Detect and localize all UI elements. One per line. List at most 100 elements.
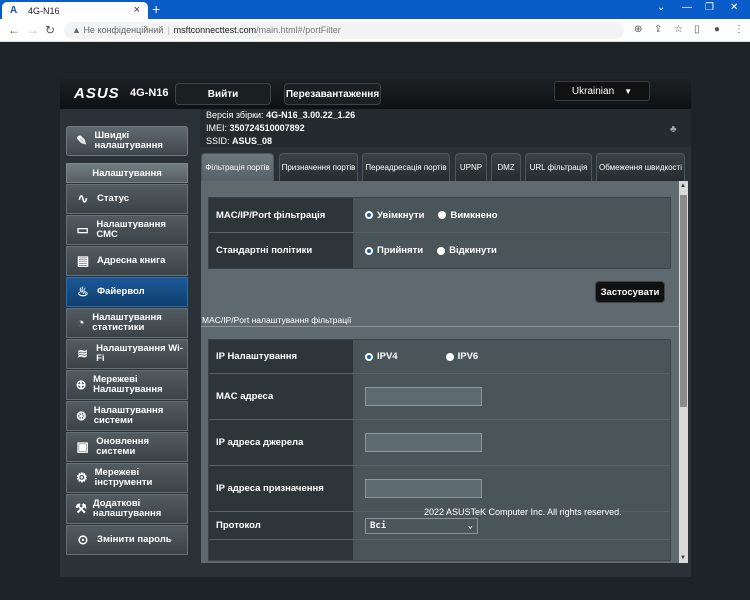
mac-row: MAC адреса [209, 374, 670, 420]
ssid-info: SSID: ASUS_08 [206, 136, 272, 146]
sidebar-item-system[interactable]: ⊛ Налаштування системи [66, 401, 188, 431]
scroll-thumb[interactable] [680, 195, 687, 407]
asus-favicon-icon: A [10, 4, 18, 16]
policy-accept-radio[interactable]: Прийняти [365, 245, 423, 256]
reboot-button[interactable]: Перезавантаження [284, 83, 381, 105]
content-scrollbar[interactable]: ▲ ▼ [679, 181, 688, 563]
tab-upnp[interactable]: UPNP [455, 153, 487, 181]
new-tab-icon[interactable]: + [152, 1, 160, 17]
tab-speed-limit[interactable]: Обмеження швидкості [596, 153, 685, 181]
ipv4-radio[interactable]: IPV4 [365, 351, 398, 362]
sidebar-item-update[interactable]: ▣ Оновлення системи [66, 432, 188, 462]
sidebar-item-advanced[interactable]: ⚒ Додаткові налаштування [66, 494, 188, 524]
filter-toggle-row: MAC/IP/Port фільтрація Увімкнути Вимкнен… [209, 198, 670, 233]
ip-version-options: IPV4 IPV6 [353, 340, 670, 373]
router-header: ASUS 4G-N16 Вийти Перезавантаження Ukrai… [60, 79, 691, 109]
profile-icon[interactable]: ● [714, 24, 720, 35]
policy-reject-radio[interactable]: Відкинути [437, 245, 497, 256]
language-value: Ukrainian [571, 85, 615, 97]
imei-value: 350724510007892 [229, 123, 305, 133]
update-icon: ▣ [76, 439, 89, 454]
user-icon[interactable]: ♣ [670, 124, 682, 136]
ip-settings-row: IP Налаштування IPV4 IPV6 [209, 340, 670, 374]
sidebar-item-label: Змінити пароль [97, 534, 172, 545]
close-window-icon[interactable]: ✕ [730, 2, 738, 13]
scroll-up-icon[interactable]: ▲ [680, 183, 686, 189]
url-host: msftconnecttest.com [173, 25, 257, 35]
apply-button[interactable]: Застосувати [595, 281, 665, 303]
filter-on-radio[interactable]: Увімкнути [365, 210, 424, 221]
sidebar-item-tools[interactable]: ⚙ Мережеві інструменти [66, 463, 188, 493]
tab-dmz[interactable]: DMZ [491, 153, 521, 181]
scroll-down-icon[interactable]: ▼ [680, 555, 686, 561]
sidepanel-icon[interactable]: ▯ [694, 24, 700, 35]
sidebar-item-label: Налаштування статистики [92, 312, 162, 333]
sidebar-item-sms[interactable]: ▭ Налаштування СМС [66, 215, 188, 245]
browser-tab[interactable]: A 4G-N16 × [2, 2, 148, 19]
filter-settings-table: MAC/IP/Port фільтрація Увімкнути Вимкнен… [208, 197, 671, 269]
tab-port-filter[interactable]: Фільтрація портів [201, 153, 274, 181]
tab-port-forward[interactable]: Переадресація портів [362, 153, 450, 181]
sidebar-item-firewall[interactable]: ♨ Файервол [66, 277, 188, 307]
advanced-icon: ⚒ [75, 501, 87, 516]
tab-port-trigger[interactable]: Призначення портів [279, 153, 358, 181]
quick-setup-button[interactable]: ✎ Швидкі налаштування [66, 126, 188, 156]
dst-ip-input[interactable] [365, 479, 482, 498]
sidebar-item-label: Статус [97, 193, 130, 204]
dst-ip-label: IP адреса призначення [209, 466, 353, 511]
sidebar-item-status[interactable]: ∿ Статус [66, 184, 188, 214]
imei-label: IMEI: [206, 123, 228, 133]
language-select[interactable]: Ukrainian ▼ [554, 81, 650, 101]
protocol-label: Протокол [209, 512, 353, 539]
sidebar-item-address-book[interactable]: ▤ Адресна книга [66, 246, 188, 276]
copyright-footer: 2022 ASUSTeK Computer Inc. All rights re… [424, 507, 622, 517]
tab-search-icon[interactable]: ⌄ [657, 2, 665, 13]
content-panel: MAC/IP/Port фільтрація Увімкнути Вимкнен… [201, 181, 688, 563]
back-icon[interactable]: ← [8, 23, 20, 37]
sidebar-item-label: Налаштування Wi-Fi [96, 343, 183, 364]
firmware-label: Версія збірки: [206, 110, 264, 120]
src-ip-input[interactable] [365, 433, 482, 452]
sidebar-item-label: Налаштування системи [93, 405, 164, 426]
filter-toggle-options: Увімкнути Вимкнено [353, 198, 670, 232]
forward-icon[interactable]: → [27, 23, 39, 37]
firewall-icon: ♨ [77, 284, 89, 299]
quick-setup-label: Швидкі налаштування [94, 130, 163, 151]
url-path: /main.html#/portFilter [256, 25, 341, 35]
protocol-select[interactable]: Всі ⌄ [365, 517, 478, 534]
filter-off-radio[interactable]: Вимкнено [438, 210, 498, 221]
warning-icon: ▲ [72, 25, 81, 35]
sidebar-item-network[interactable]: ⊕ Мережеві Налаштування [66, 370, 188, 400]
close-tab-icon[interactable]: × [134, 4, 140, 16]
statistics-icon: ◔ [76, 315, 85, 330]
sidebar-item-statistics[interactable]: ◔ Налаштування статистики [66, 308, 188, 338]
default-policy-options: Прийняти Відкинути [353, 233, 670, 268]
minimize-icon[interactable]: — [682, 2, 692, 13]
logout-button[interactable]: Вийти [175, 83, 271, 105]
zoom-icon[interactable]: ⊕ [634, 24, 642, 35]
ipv6-radio[interactable]: IPV6 [445, 351, 478, 362]
ip-settings-label: IP Налаштування [209, 340, 353, 373]
lock-icon: ⊙ [77, 532, 89, 547]
chevron-down-icon: ▼ [624, 86, 633, 96]
next-row [209, 540, 670, 560]
mac-address-input[interactable] [365, 387, 482, 406]
sidebar-item-label: Файервол [97, 286, 145, 297]
default-policy-row: Стандартні політики Прийняти Відкинути [209, 233, 670, 268]
model-name: 4G-N16 [130, 87, 169, 99]
menu-icon[interactable]: ⋮ [734, 24, 744, 35]
maximize-icon[interactable]: ❐ [705, 2, 714, 13]
tab-url-filter[interactable]: URL фільтрація [525, 153, 592, 181]
url-field[interactable]: ▲ Не конфіденційний | msftconnecttest.com/… [64, 22, 624, 39]
sidebar-item-wifi[interactable]: ≋ Налаштування Wi-Fi [66, 339, 188, 369]
sidebar-item-change-password[interactable]: ⊙ Змінити пароль [66, 525, 188, 555]
sidebar-item-label: Адресна книга [97, 255, 166, 266]
tab-title: 4G-N16 [28, 5, 60, 16]
tools-icon: ⚙ [75, 470, 88, 485]
bookmark-icon[interactable]: ☆ [674, 24, 683, 35]
router-frame: ASUS 4G-N16 Вийти Перезавантаження Ukrai… [60, 79, 691, 577]
url-security-label: Не конфіденційний [83, 25, 164, 35]
sidebar-item-label: Мережеві інструменти [94, 467, 153, 488]
share-icon[interactable]: ⇪ [654, 24, 662, 35]
reload-icon[interactable]: ↻ [45, 23, 55, 37]
